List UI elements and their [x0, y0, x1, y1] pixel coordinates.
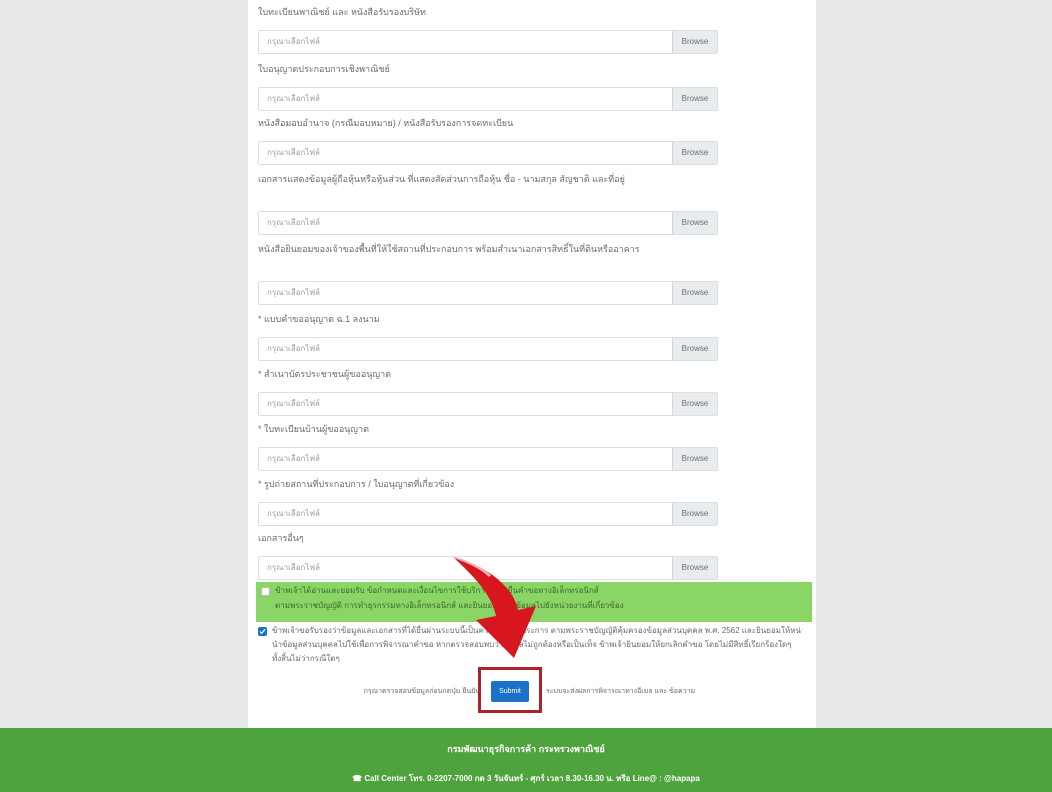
file-input-3[interactable]: กรุณาเลือกไฟล์ Browse: [258, 141, 718, 165]
browse-button[interactable]: Browse: [672, 282, 717, 304]
browse-button[interactable]: Browse: [672, 31, 717, 53]
upload-label-8: * ใบทะเบียนบ้านผู้ขออนุญาต: [258, 424, 369, 434]
file-input-5[interactable]: กรุณาเลือกไฟล์ Browse: [258, 281, 718, 305]
file-input-7[interactable]: กรุณาเลือกไฟล์ Browse: [258, 392, 718, 416]
submit-hint-before: กรุณาตรวจสอบข้อมูลก่อนกดปุ่ม ยืนยัน: [363, 688, 480, 695]
submit-button[interactable]: Submit: [491, 681, 529, 702]
browse-button[interactable]: Browse: [672, 88, 717, 110]
browse-button[interactable]: Browse: [672, 338, 717, 360]
upload-label-9: * รูปถ่ายสถานที่ประกอบการ / ใบอนุญาตที่เ…: [258, 479, 455, 489]
footer-contact-text: Call Center โทร. 0-2207-7000 กด 3 วันจัน…: [364, 774, 700, 783]
upload-label-3: หนังสือมอบอำนาจ (กรณีมอบหมาย) / หนังสือร…: [258, 118, 514, 128]
upload-label-10: เอกสารอื่นๆ: [258, 533, 304, 543]
file-placeholder[interactable]: กรุณาเลือกไฟล์: [259, 338, 672, 360]
red-arrow-icon: [451, 554, 536, 658]
upload-label-5: หนังสือยินยอมของเจ้าของพื้นที่ให้ใช้สถาน…: [258, 244, 640, 254]
file-input-9[interactable]: กรุณาเลือกไฟล์ Browse: [258, 502, 718, 526]
file-placeholder[interactable]: กรุณาเลือกไฟล์: [259, 31, 672, 53]
phone-icon: ☎: [352, 774, 363, 783]
file-placeholder[interactable]: กรุณาเลือกไฟล์: [259, 448, 672, 470]
submit-hint-after: ระบบจะส่งผลการพิจารณาทางอีเมล และ ข้อควา…: [546, 688, 696, 695]
upload-label-2: ใบอนุญาตประกอบการเชิงพาณิชย์: [258, 64, 390, 74]
file-placeholder[interactable]: กรุณาเลือกไฟล์: [259, 393, 672, 415]
upload-label-1: ใบทะเบียนพาณิชย์ และ หนังสือรับรองบริษัท: [258, 7, 426, 17]
file-input-8[interactable]: กรุณาเลือกไฟล์ Browse: [258, 447, 718, 471]
upload-label-4: เอกสารแสดงข้อมูลผู้ถือหุ้นหรือหุ้นส่วน ท…: [258, 174, 625, 184]
browse-button[interactable]: Browse: [672, 393, 717, 415]
file-placeholder[interactable]: กรุณาเลือกไฟล์: [259, 212, 672, 234]
footer: กรมพัฒนาธุรกิจการค้า กระทรวงพาณิชย์ ☎ Ca…: [0, 728, 1052, 792]
consent-checkbox-1[interactable]: [261, 587, 270, 596]
browse-button[interactable]: Browse: [672, 448, 717, 470]
file-placeholder[interactable]: กรุณาเลือกไฟล์: [259, 88, 672, 110]
file-input-1[interactable]: กรุณาเลือกไฟล์ Browse: [258, 30, 718, 54]
upload-label-7: * สำเนาบัตรประชาชนผู้ขออนุญาต: [258, 369, 391, 379]
file-input-4[interactable]: กรุณาเลือกไฟล์ Browse: [258, 211, 718, 235]
file-placeholder[interactable]: กรุณาเลือกไฟล์: [259, 503, 672, 525]
browse-button[interactable]: Browse: [672, 503, 717, 525]
upload-label-6: * แบบคำขออนุญาต ฉ.1 ลงนาม: [258, 314, 380, 324]
file-input-2[interactable]: กรุณาเลือกไฟล์ Browse: [258, 87, 718, 111]
browse-button[interactable]: Browse: [672, 142, 717, 164]
checkmark-icon: [259, 628, 266, 635]
consent-checkbox-2[interactable]: [258, 627, 267, 636]
browse-button[interactable]: Browse: [672, 557, 717, 579]
file-placeholder[interactable]: กรุณาเลือกไฟล์: [259, 282, 672, 304]
file-input-6[interactable]: กรุณาเลือกไฟล์ Browse: [258, 337, 718, 361]
file-placeholder[interactable]: กรุณาเลือกไฟล์: [259, 142, 672, 164]
browse-button[interactable]: Browse: [672, 212, 717, 234]
footer-title: กรมพัฒนาธุรกิจการค้า กระทรวงพาณิชย์: [447, 744, 605, 754]
footer-contact: ☎ Call Center โทร. 0-2207-7000 กด 3 วันจ…: [0, 772, 1052, 785]
